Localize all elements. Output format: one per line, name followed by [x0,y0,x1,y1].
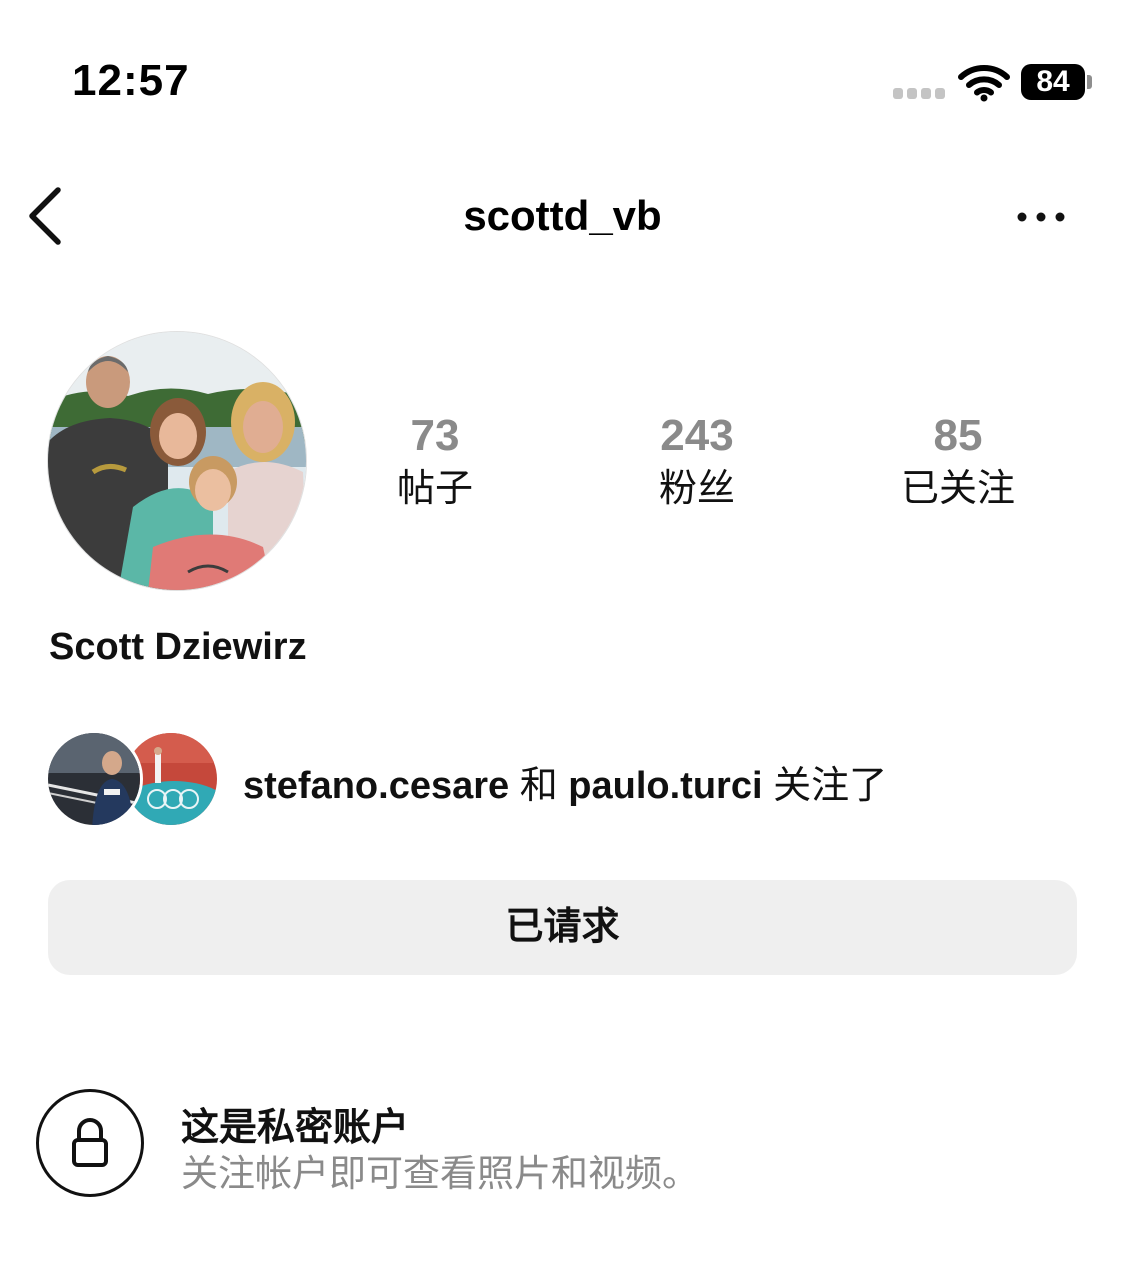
mutual-avatar-stefano-cesare[interactable] [45,730,143,828]
more-options-button[interactable] [1012,200,1070,234]
mutual-suffix: 关注了 [773,765,888,807]
profile-avatar[interactable] [47,331,307,591]
following-count: 85 [933,411,983,460]
profile-screen: 12:57 84 scottd_vb 73 帖子 243 粉丝 85 已关注 S… [0,0,1125,1261]
posts-count: 73 [410,411,460,460]
requested-button[interactable]: 已请求 [48,880,1077,975]
battery-level: 84 [1021,64,1085,100]
mutual-avatar-photo [48,733,140,825]
cellular-signal-icon [893,88,945,100]
mutual-user-2[interactable]: paulo.turci [568,765,762,807]
following-label: 已关注 [900,468,1015,510]
private-account-description: 关注帐户即可查看照片和视频。 [181,1153,699,1194]
battery-icon: 84 [1021,64,1092,100]
ellipsis-icon [1017,212,1065,222]
stat-posts[interactable]: 73 帖子 [335,410,535,514]
wifi-icon [958,64,1010,102]
stat-followers[interactable]: 243 粉丝 [597,410,797,514]
stat-following[interactable]: 85 已关注 [858,410,1058,514]
mutual-user-1[interactable]: stefano.cesare [243,765,509,807]
profile-username: scottd_vb [463,192,662,239]
status-time: 12:57 [72,56,190,105]
followers-count: 243 [660,411,734,460]
profile-display-name: Scott Dziewirz [49,626,307,668]
avatar-photo [48,332,306,590]
mutual-connector: 和 [519,765,558,807]
battery-cap [1087,75,1092,89]
followed-by-text[interactable]: stefano.cesare 和 paulo.turci 关注了 [243,754,887,809]
posts-label: 帖子 [396,468,473,510]
followers-label: 粉丝 [658,468,735,510]
lock-icon [36,1089,144,1197]
